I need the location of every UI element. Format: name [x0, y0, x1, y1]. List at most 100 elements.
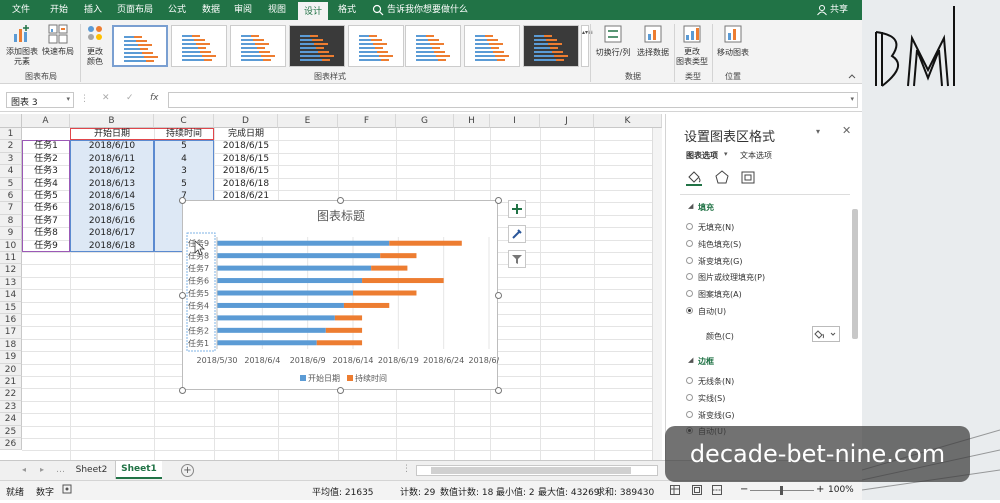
effects-icon[interactable] — [714, 170, 730, 186]
cell[interactable]: 2018/6/18 — [214, 178, 278, 190]
row-header[interactable]: 4 — [0, 165, 22, 178]
chart-style-3[interactable] — [230, 25, 286, 67]
zoom-in-button[interactable]: + — [816, 484, 824, 495]
close-icon[interactable]: ✕ — [842, 124, 851, 137]
chart-elements-button[interactable] — [508, 200, 526, 218]
scrollbar-thumb[interactable] — [431, 467, 631, 474]
color-picker[interactable] — [812, 326, 840, 342]
gantt-chart[interactable]: 图表标题 任务1任务2任务3任务4任务5任务6任务7任务8任务92018/5/3… — [182, 200, 499, 390]
normal-view-icon[interactable] — [670, 485, 680, 498]
page-break-view-icon[interactable] — [712, 485, 722, 498]
tell-me-search[interactable]: 告诉我你想要做什么 — [387, 0, 468, 20]
zoom-slider-thumb[interactable] — [780, 486, 783, 495]
add-chart-element-button[interactable]: 添加图表 元素 — [4, 47, 40, 67]
resize-handle[interactable] — [495, 387, 502, 394]
row-header[interactable]: 17 — [0, 326, 22, 339]
fill-option[interactable]: 纯色填充(S) — [686, 239, 741, 250]
cell[interactable]: 任务8 — [22, 227, 70, 239]
row-header[interactable]: 21 — [0, 376, 22, 389]
cell[interactable]: 2018/6/10 — [70, 140, 154, 152]
column-header[interactable]: K — [594, 114, 662, 128]
tab-0[interactable]: 文件 — [8, 0, 34, 20]
resize-handle[interactable] — [495, 292, 502, 299]
change-chart-type-button[interactable]: 更改 图表类型 — [674, 47, 710, 67]
page-layout-view-icon[interactable] — [692, 485, 702, 498]
tab-5[interactable]: 数据 — [198, 0, 224, 20]
border-section-header[interactable]: 边框 — [698, 356, 714, 367]
row-header[interactable]: 13 — [0, 276, 22, 290]
chart-style-5[interactable] — [348, 25, 404, 67]
fill-line-icon[interactable] — [686, 170, 702, 186]
column-header[interactable]: F — [338, 114, 396, 128]
cell[interactable]: 任务9 — [22, 240, 70, 252]
column-header[interactable]: C — [154, 114, 214, 128]
row-header[interactable]: 24 — [0, 413, 22, 426]
row-header[interactable]: 10 — [0, 239, 22, 252]
sheet-tab-sheet1[interactable]: Sheet1 — [116, 461, 162, 479]
column-header[interactable]: I — [490, 114, 540, 128]
select-data-button[interactable]: 选择数据 — [634, 48, 672, 58]
tab-chart-options[interactable]: 图表选项 — [686, 150, 718, 161]
row-header[interactable]: 2 — [0, 140, 22, 153]
expand-formula-icon[interactable]: ▾ — [850, 95, 854, 103]
radio-button[interactable] — [686, 410, 693, 418]
chevron-down-icon[interactable]: ▾ — [66, 95, 70, 103]
cell[interactable]: 2018/6/15 — [214, 153, 278, 165]
cancel-icon[interactable]: ✕ — [102, 93, 110, 103]
size-properties-icon[interactable] — [740, 170, 756, 186]
border-option[interactable]: 实线(S) — [686, 393, 725, 404]
resize-handle[interactable] — [179, 292, 186, 299]
fill-option[interactable]: 图案填充(A) — [686, 289, 742, 300]
fill-section-header[interactable]: 填充 — [698, 202, 714, 213]
more-sheets-icon[interactable]: … — [56, 465, 65, 475]
tab-8[interactable]: 设计 — [298, 2, 328, 20]
cell[interactable]: 2018/6/12 — [70, 165, 154, 177]
column-header[interactable]: A — [22, 114, 70, 128]
cell[interactable]: 2018/6/13 — [70, 178, 154, 190]
cell[interactable]: 5 — [154, 178, 214, 190]
name-box[interactable]: 图表 3 ▾ — [6, 92, 74, 108]
row-header[interactable]: 1 — [0, 128, 22, 141]
row-header[interactable]: 5 — [0, 177, 22, 190]
tab-7[interactable]: 视图 — [264, 0, 290, 20]
radio-button[interactable] — [686, 256, 693, 264]
pane-options-icon[interactable]: ▾ — [816, 127, 820, 136]
tab-2[interactable]: 插入 — [80, 0, 106, 20]
chevron-down-icon[interactable]: ▾ — [724, 150, 728, 158]
resize-handle[interactable] — [337, 387, 344, 394]
row-header[interactable]: 12 — [0, 264, 22, 277]
chart-styles-button[interactable] — [508, 225, 526, 243]
search-icon[interactable] — [372, 4, 384, 16]
formula-input[interactable]: ▾ — [168, 92, 858, 108]
column-header[interactable]: D — [214, 114, 278, 128]
switch-row-column-button[interactable]: 切换行/列 — [594, 48, 632, 58]
row-header[interactable]: 14 — [0, 289, 22, 302]
fill-option[interactable]: 自动(U) — [686, 306, 726, 317]
column-header[interactable]: B — [70, 114, 154, 128]
prev-sheet-icon[interactable]: ◂ — [22, 465, 26, 474]
row-header[interactable]: 18 — [0, 338, 22, 352]
fill-option[interactable]: 渐变填充(G) — [686, 256, 742, 267]
tab-6[interactable]: 审阅 — [230, 0, 256, 20]
zoom-out-button[interactable]: − — [740, 484, 748, 495]
cell[interactable]: 任务3 — [22, 165, 70, 177]
cell[interactable]: 2018/6/14 — [70, 190, 154, 202]
collapse-icon[interactable]: ◢ — [688, 356, 693, 364]
macro-record-icon[interactable] — [62, 484, 72, 497]
cell[interactable]: 任务6 — [22, 202, 70, 214]
row-header[interactable]: 20 — [0, 363, 22, 376]
border-option[interactable]: 无线条(N) — [686, 376, 734, 387]
zoom-slider[interactable] — [750, 486, 814, 495]
radio-button[interactable] — [686, 239, 693, 247]
zoom-level[interactable]: 100% — [828, 485, 854, 495]
radio-button[interactable] — [686, 377, 693, 384]
resize-handle[interactable] — [495, 197, 502, 204]
move-chart-icon[interactable] — [724, 25, 742, 43]
row-header[interactable]: 23 — [0, 400, 22, 414]
cell[interactable]: 完成日期 — [214, 128, 278, 140]
cell[interactable]: 任务1 — [22, 140, 70, 152]
cell[interactable]: 任务7 — [22, 215, 70, 227]
chart-style-7[interactable] — [464, 25, 520, 67]
switch-row-column-icon[interactable] — [604, 25, 622, 43]
add-sheet-button[interactable]: + — [181, 464, 194, 477]
